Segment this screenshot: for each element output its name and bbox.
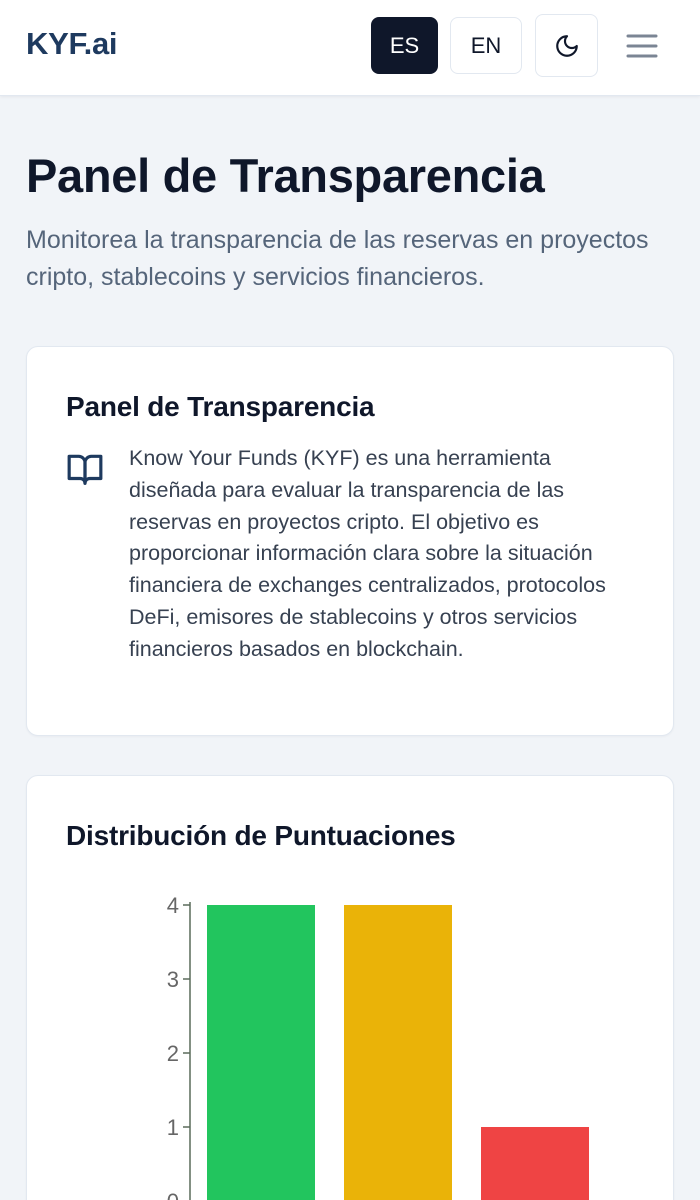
chart-bar bbox=[207, 905, 315, 1200]
chart-card: Distribución de Puntuaciones 01234 bbox=[26, 775, 674, 1200]
y-tick-label: 3 bbox=[167, 967, 179, 992]
score-distribution-chart: 0 1 2 3 4 bbox=[167, 893, 589, 1200]
y-tick-label: 0 bbox=[167, 1189, 179, 1200]
hamburger-menu-icon bbox=[626, 34, 658, 58]
info-card-title: Panel de Transparencia bbox=[66, 391, 375, 422]
moon-icon bbox=[555, 34, 578, 57]
y-tick-label: 4 bbox=[167, 893, 179, 918]
y-tick-label: 1 bbox=[167, 1115, 179, 1140]
logo[interactable]: KYF.ai bbox=[26, 26, 118, 62]
y-tick-label: 2 bbox=[167, 1041, 179, 1066]
chart-bar bbox=[481, 1127, 589, 1200]
page-subtitle: Monitorea la transparencia de las reserv… bbox=[26, 226, 649, 291]
language-es-button[interactable]: ES bbox=[371, 17, 438, 74]
chart-bar bbox=[344, 905, 452, 1200]
top-navbar: KYF.ai ES EN bbox=[0, 0, 700, 96]
info-card: Panel de Transparencia Know Your Funds (… bbox=[26, 346, 674, 736]
language-en-button[interactable]: EN bbox=[450, 17, 522, 74]
menu-button[interactable] bbox=[620, 24, 664, 68]
theme-toggle-button[interactable] bbox=[535, 14, 598, 77]
page-title: Panel de Transparencia bbox=[26, 149, 545, 202]
book-open-icon bbox=[67, 454, 103, 485]
info-card-description: Know Your Funds (KYF) es una herramienta… bbox=[129, 446, 606, 661]
